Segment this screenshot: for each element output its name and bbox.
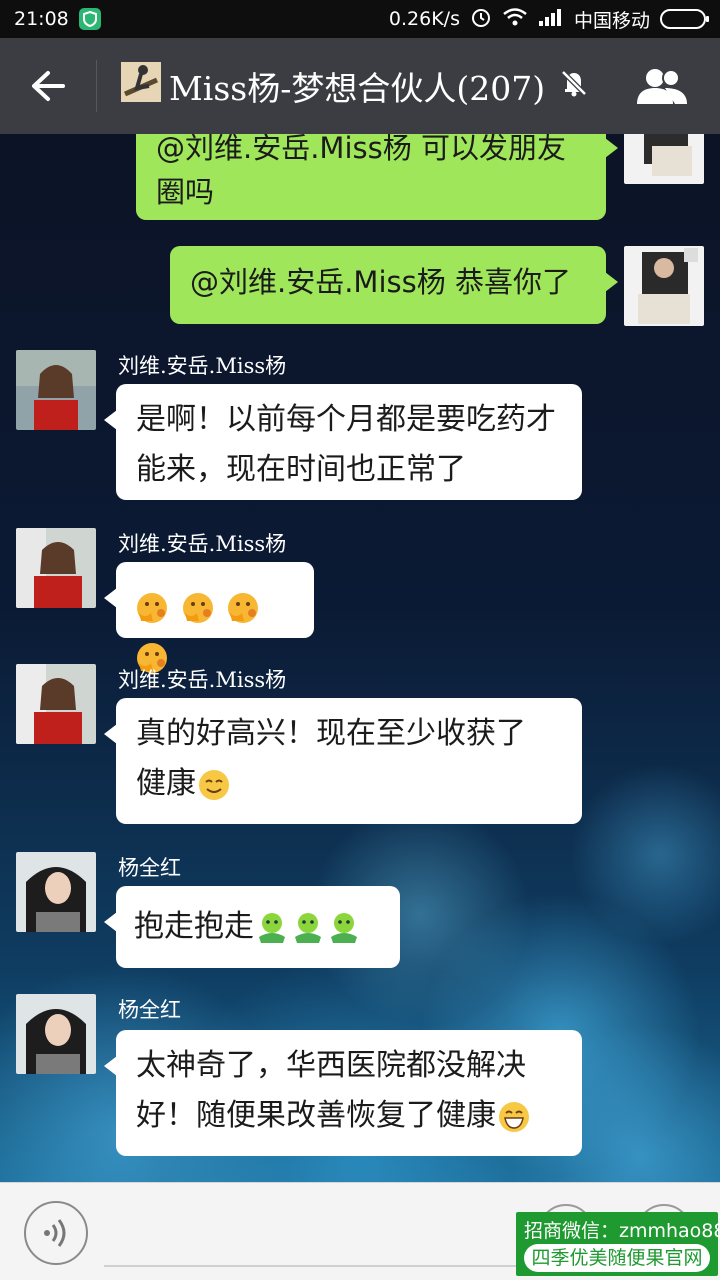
signal-icon <box>538 7 564 32</box>
alarm-icon <box>470 6 492 33</box>
chat-header: Miss杨-梦想合伙人(207) <box>0 38 720 134</box>
back-arrow-icon[interactable] <box>0 38 96 134</box>
ad-wechat: 招商微信：zmmhao88 <box>524 1220 720 1242</box>
voice-icon[interactable] <box>24 1201 88 1265</box>
avatar[interactable] <box>16 528 96 608</box>
message-bubble[interactable] <box>104 562 314 673</box>
carrier: 中国移动 <box>573 9 650 32</box>
sender-name: 刘维.安岳.Miss杨 <box>118 668 287 692</box>
green-hug-emoji <box>326 902 362 952</box>
bell-off-icon <box>559 67 589 106</box>
message-text-line: 健康 <box>136 759 562 809</box>
header-divider <box>96 60 97 112</box>
cover-face-emoji <box>180 589 216 624</box>
sender-name: 刘维.安岳.Miss杨 <box>118 354 287 378</box>
green-hug-emoji <box>290 902 326 952</box>
avatar-self[interactable] <box>624 134 704 184</box>
message-text: 健康 <box>136 766 196 801</box>
cover-face-emoji <box>134 589 170 624</box>
group-icon[interactable] <box>622 38 702 134</box>
grin-emoji <box>496 1091 532 1141</box>
green-hug-emoji <box>254 902 290 952</box>
cover-face-emoji <box>225 589 261 624</box>
message-bubble[interactable]: 是啊！以前每个月都是要吃药才能来，现在时间也正常了 <box>104 384 582 500</box>
ad-website: 四季优美随便果官网 <box>524 1244 710 1272</box>
sender-name: 杨全红 <box>118 856 181 880</box>
network-speed: 0.26K/s <box>388 8 460 30</box>
sender-name: 刘维.安岳.Miss杨 <box>118 532 287 556</box>
message-bubble-self[interactable]: @刘维.安岳.Miss杨 恭喜你了 <box>170 246 618 324</box>
message-text: 是啊！以前每个月都是要吃药才能来，现在时间也正常了 <box>136 402 556 487</box>
shield-icon <box>78 8 101 30</box>
message-text: 好！随便果改善恢复了健康 <box>136 1098 496 1133</box>
message-bubble[interactable]: 真的好高兴！现在至少收获了 健康 <box>104 698 582 824</box>
message-input[interactable] <box>104 1265 524 1267</box>
avatar[interactable] <box>16 852 96 932</box>
status-time: 21:08 <box>14 8 69 30</box>
message-text: @刘维.安岳.Miss杨 可以发朋友圈吗 <box>156 134 566 209</box>
message-bubble-self[interactable]: @刘维.安岳.Miss杨 可以发朋友圈吗 <box>136 134 618 220</box>
ad-banner: 招商微信：zmmhao88 四季优美随便果官网 <box>516 1212 720 1276</box>
sender-name: 杨全红 <box>118 998 181 1022</box>
message-text: 真的好高兴！现在至少收获了 <box>136 716 526 751</box>
message-text: @刘维.安岳.Miss杨 恭喜你了 <box>190 265 571 299</box>
avatar[interactable] <box>16 664 96 744</box>
battery-icon <box>660 9 709 29</box>
chat-title-text: Miss杨-梦想合伙人(207) <box>169 69 546 108</box>
avatar[interactable] <box>16 994 96 1074</box>
wifi-icon <box>502 7 528 32</box>
message-text: 抱走抱走 <box>134 909 254 944</box>
avatar[interactable] <box>16 350 96 430</box>
message-bubble[interactable]: 抱走抱走 <box>104 886 400 968</box>
smile-emoji <box>196 759 232 809</box>
message-text-line: 好！随便果改善恢复了健康 <box>136 1091 562 1141</box>
chat-area[interactable]: @刘维.安岳.Miss杨 可以发朋友圈吗 @刘维.安岳.Miss杨 恭喜你了 刘… <box>0 134 720 1182</box>
group-badge-icon <box>119 60 163 112</box>
message-text: 太神奇了，华西医院都没解决 <box>136 1048 526 1083</box>
message-bubble[interactable]: 太神奇了，华西医院都没解决 好！随便果改善恢复了健康 <box>104 1030 582 1156</box>
avatar-self[interactable] <box>624 246 704 326</box>
chat-title: Miss杨-梦想合伙人(207) <box>119 60 622 112</box>
status-bar: 21:08 0.26K/s 中国移动 <box>0 0 720 38</box>
